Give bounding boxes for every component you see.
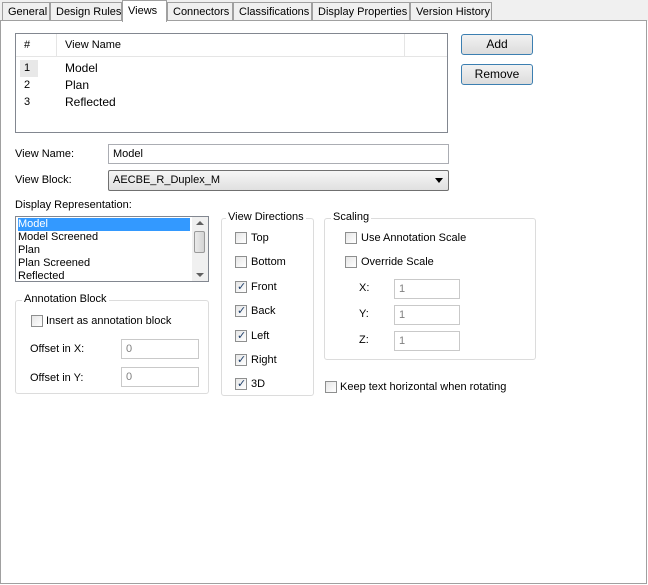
scale-z-label: Z: <box>359 334 369 346</box>
scroll-thumb[interactable] <box>194 231 205 253</box>
insert-annotation-label[interactable]: Insert as annotation block <box>46 315 171 327</box>
tab-design-rules[interactable]: Design Rules <box>50 2 122 20</box>
row-view-name: Plan <box>65 78 90 92</box>
tab-display-properties[interactable]: Display Properties <box>312 2 410 20</box>
offset-x-field[interactable]: 0 <box>121 339 199 359</box>
top-label[interactable]: Top <box>251 232 269 244</box>
scale-x-field[interactable]: 1 <box>394 279 460 299</box>
front-label[interactable]: Front <box>251 281 277 293</box>
views-list-header: # View Name <box>16 34 447 57</box>
scale-y-field[interactable]: 1 <box>394 305 460 325</box>
row-view-name: Model <box>65 61 98 75</box>
display-representation-label: Display Representation: <box>15 199 132 211</box>
chevron-down-icon <box>435 178 443 183</box>
right-checkbox[interactable] <box>235 353 247 366</box>
row-view-name: Reflected <box>65 95 116 109</box>
3d-checkbox[interactable] <box>235 377 247 390</box>
list-item[interactable]: 3 Reflected <box>16 94 447 111</box>
keep-text-horizontal-label[interactable]: Keep text horizontal when rotating <box>340 381 506 393</box>
list-item[interactable]: 1 Model <box>16 60 447 77</box>
tab-connectors[interactable]: Connectors <box>167 2 233 20</box>
list-item[interactable]: Reflected <box>18 270 64 281</box>
offset-y-field[interactable]: 0 <box>121 367 199 387</box>
scroll-down-icon[interactable] <box>196 273 204 277</box>
tab-bar: General Design Rules Views Connectors Cl… <box>0 0 648 22</box>
bottom-label[interactable]: Bottom <box>251 256 286 268</box>
scaling-title: Scaling <box>331 211 372 223</box>
use-annotation-scale-label[interactable]: Use Annotation Scale <box>361 232 466 244</box>
view-block-label: View Block: <box>15 174 72 186</box>
left-label[interactable]: Left <box>251 330 269 342</box>
left-checkbox[interactable] <box>235 329 247 342</box>
row-number: 2 <box>24 79 31 91</box>
list-item[interactable]: Model <box>18 218 190 231</box>
view-block-value: AECBE_R_Duplex_M <box>113 174 220 186</box>
add-button[interactable]: Add <box>461 34 533 55</box>
column-header-number[interactable]: # <box>16 34 57 56</box>
override-scale-checkbox[interactable] <box>345 256 357 268</box>
bottom-checkbox[interactable] <box>235 256 247 268</box>
insert-annotation-checkbox[interactable] <box>31 315 43 327</box>
list-item[interactable]: Plan Screened <box>18 257 90 270</box>
column-header-view-name[interactable]: View Name <box>57 34 405 56</box>
view-block-dropdown[interactable]: AECBE_R_Duplex_M <box>108 170 449 191</box>
display-representation-scrollbar[interactable] <box>192 217 208 281</box>
list-item[interactable]: 2 Plan <box>16 77 447 94</box>
view-name-label: View Name: <box>15 148 75 160</box>
top-checkbox[interactable] <box>235 232 247 244</box>
scale-z-field[interactable]: 1 <box>394 331 460 351</box>
back-label[interactable]: Back <box>251 305 275 317</box>
3d-label[interactable]: 3D <box>251 378 265 390</box>
offset-x-label: Offset in X: <box>30 343 85 355</box>
tab-classifications[interactable]: Classifications <box>233 2 312 20</box>
tab-general[interactable]: General <box>2 2 50 20</box>
scroll-up-icon[interactable] <box>196 221 204 225</box>
scale-x-label: X: <box>359 282 370 294</box>
remove-button[interactable]: Remove <box>461 64 533 85</box>
tab-views[interactable]: Views <box>122 0 167 22</box>
views-list[interactable]: # View Name 1 Model 2 Plan 3 Reflected <box>15 33 448 133</box>
view-name-field[interactable]: Model <box>108 144 449 164</box>
display-representation-list[interactable]: Model Model Screened Plan Plan Screened … <box>15 216 209 282</box>
use-annotation-scale-checkbox[interactable] <box>345 232 357 244</box>
offset-y-label: Offset in Y: <box>30 372 84 384</box>
row-number: 3 <box>24 96 31 108</box>
scale-y-label: Y: <box>359 308 369 320</box>
row-number: 1 <box>20 60 38 77</box>
tab-version-history[interactable]: Version History <box>410 2 492 20</box>
annotation-block-title: Annotation Block <box>22 293 109 305</box>
list-item[interactable]: Plan <box>18 244 40 257</box>
front-checkbox[interactable] <box>235 280 247 293</box>
override-scale-label[interactable]: Override Scale <box>361 256 434 268</box>
right-label[interactable]: Right <box>251 354 277 366</box>
back-checkbox[interactable] <box>235 304 247 317</box>
keep-text-horizontal-checkbox[interactable] <box>325 381 337 393</box>
view-directions-title: View Directions <box>226 211 306 223</box>
list-item[interactable]: Model Screened <box>18 231 98 244</box>
